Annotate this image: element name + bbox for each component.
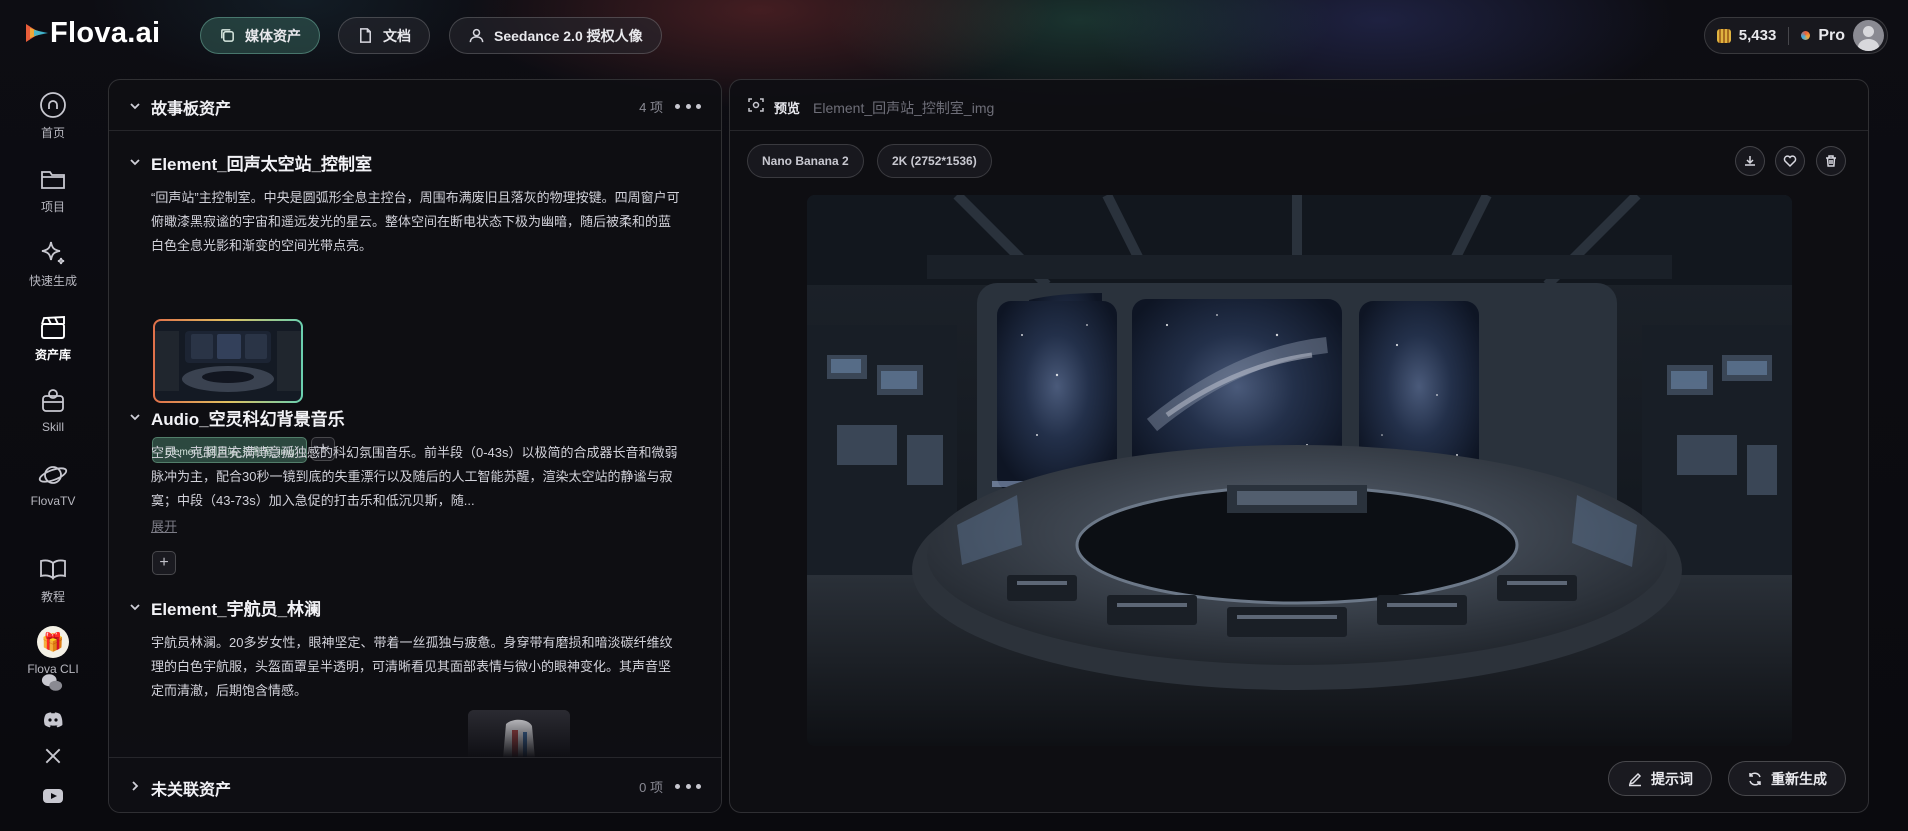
- asset-count: 4 项: [639, 100, 663, 115]
- preview-label: 预览: [774, 101, 801, 116]
- sidebar-item-flovatv[interactable]: FlovaTV: [0, 460, 106, 508]
- asset-count: 0 项: [639, 780, 663, 795]
- regenerate-label: 重新生成: [1771, 770, 1827, 787]
- download-icon: [1745, 156, 1755, 166]
- delete-button[interactable]: [1816, 146, 1846, 176]
- sidebar-label: 快速生成: [28, 274, 77, 288]
- clapperboard-icon: [41, 316, 65, 339]
- section-title: Audio_空灵科幻背景音乐: [151, 410, 345, 429]
- wechat-icon[interactable]: [41, 672, 63, 694]
- nav-label: 文档: [383, 27, 411, 44]
- expand-link[interactable]: 展开: [151, 516, 177, 535]
- nav-label: 媒体资产: [245, 27, 301, 44]
- nav-documents[interactable]: 文档: [338, 17, 430, 54]
- credits-value: 5,433: [1738, 27, 1777, 44]
- sidebar-label: 资产库: [34, 348, 71, 362]
- prompt-button[interactable]: 提示词: [1608, 761, 1712, 796]
- panel-title: 故事板资产: [151, 101, 232, 118]
- sidebar-item-quick-generate[interactable]: 快速生成: [0, 238, 106, 289]
- nav-seedance-portrait[interactable]: Seedance 2.0 授权人像: [449, 17, 662, 54]
- sidebar-label: Skill: [41, 420, 64, 434]
- resolution-chip: 2K (2752*1536): [877, 144, 992, 178]
- more-options-icon[interactable]: [675, 782, 701, 790]
- section-description: “回声站”主控制室。中央是圆弧形全息主控台，周围布满废旧且落灰的物理按键。四周窗…: [151, 190, 680, 253]
- nav-label: Seedance 2.0 授权人像: [494, 27, 643, 44]
- preview-icon: [748, 98, 764, 112]
- divider: [1788, 26, 1790, 45]
- section-title: Element_回声太空站_控制室: [151, 155, 373, 174]
- sidebar-item-skill[interactable]: Skill: [0, 386, 106, 434]
- planet-icon: [38, 466, 68, 484]
- nav-media-assets[interactable]: 媒体资产: [200, 17, 320, 54]
- preview-asset-name: Element_回声站_控制室_img: [813, 100, 995, 116]
- account-status[interactable]: 5,433 Pro: [1703, 17, 1888, 54]
- copy-icon: [221, 29, 234, 42]
- prompt-label: 提示词: [1651, 770, 1693, 787]
- preview-header: 预览 Element_回声站_控制室_img: [730, 80, 1868, 131]
- chevron-down-icon[interactable]: [129, 411, 141, 423]
- chevron-down-icon[interactable]: [129, 100, 141, 112]
- book-icon: [40, 559, 66, 580]
- plan-label: Pro: [1818, 26, 1845, 44]
- pencil-icon: [1628, 772, 1642, 786]
- chevron-down-icon[interactable]: [129, 156, 141, 168]
- document-icon: [360, 28, 371, 43]
- more-options-icon[interactable]: [675, 102, 701, 110]
- preview-image[interactable]: [807, 195, 1792, 746]
- logo[interactable]: Flova.ai: [26, 18, 160, 48]
- sidebar-item-flova-cli[interactable]: 🎁 Flova CLI: [0, 626, 106, 676]
- sidebar-label: FlovaTV: [30, 494, 76, 508]
- favorite-button[interactable]: [1775, 146, 1805, 176]
- pro-badge-icon: [1801, 31, 1811, 40]
- sidebar-label: 教程: [40, 590, 65, 604]
- section-title: 未关联资产: [151, 782, 232, 799]
- scroll-fade: [109, 708, 721, 758]
- heart-icon: [1783, 155, 1797, 168]
- gift-icon: 🎁: [37, 626, 69, 658]
- credits-icon: [1716, 28, 1731, 43]
- asset-thumbnail[interactable]: [153, 319, 303, 403]
- unlinked-assets-section: 未关联资产 0 项: [109, 757, 721, 812]
- home-icon: [40, 92, 66, 118]
- section-description: 宇航员林澜。20多岁女性，眼神坚定、带着一丝孤独与疲惫。身穿带有磨损和暗淡碳纤维…: [151, 635, 673, 698]
- resolution-label: 2K (2752*1536): [892, 154, 977, 168]
- avatar[interactable]: [1853, 20, 1884, 51]
- trash-icon: [1826, 155, 1836, 167]
- chevron-down-icon[interactable]: [129, 601, 141, 613]
- storyboard-panel: 故事板资产 4 项 Element_回声太空站_控制室 “回声站”主控制室。中央…: [108, 79, 722, 813]
- sidebar-item-projects[interactable]: 项目: [0, 164, 106, 215]
- sidebar-label: 首页: [40, 126, 65, 140]
- sidebar: 首页 项目 快速生成 资产库 Skill FlovaTV 教程 🎁 Flova …: [0, 80, 106, 831]
- logo-mark-icon: [26, 24, 48, 42]
- section-description: 空灵、克制且充满诗意孤独感的科幻氛围音乐。前半段（0-43s）以极简的合成器长音…: [151, 445, 678, 508]
- person-icon: [469, 28, 484, 43]
- skill-icon: [42, 389, 64, 412]
- sidebar-item-tutorials[interactable]: 教程: [0, 554, 106, 605]
- youtube-icon[interactable]: [41, 784, 65, 808]
- sidebar-item-home[interactable]: 首页: [0, 90, 106, 141]
- x-icon[interactable]: [43, 746, 63, 766]
- discord-icon[interactable]: [41, 708, 65, 732]
- download-button[interactable]: [1735, 146, 1765, 176]
- model-chip: Nano Banana 2: [747, 144, 864, 178]
- section-title: Element_宇航员_林澜: [151, 600, 322, 619]
- refresh-icon: [1749, 771, 1761, 786]
- folder-icon: [41, 171, 65, 189]
- add-asset-button[interactable]: +: [152, 551, 176, 575]
- sidebar-item-asset-library[interactable]: 资产库: [0, 312, 106, 363]
- chevron-right-icon[interactable]: [129, 780, 141, 792]
- thumbnail-image: [155, 321, 301, 401]
- sparkle-icon: [41, 241, 65, 265]
- storyboard-header: 故事板资产 4 项: [109, 80, 721, 131]
- sidebar-label: 项目: [40, 200, 65, 214]
- top-bar: Flova.ai 媒体资产 文档 Seedance 2.0 授权人像 5,433…: [0, 0, 1908, 70]
- regenerate-button[interactable]: 重新生成: [1728, 761, 1846, 796]
- preview-panel: 预览 Element_回声站_控制室_img Nano Banana 2 2K …: [729, 79, 1869, 813]
- logo-text: Flova.ai: [50, 17, 161, 49]
- model-label: Nano Banana 2: [762, 154, 849, 168]
